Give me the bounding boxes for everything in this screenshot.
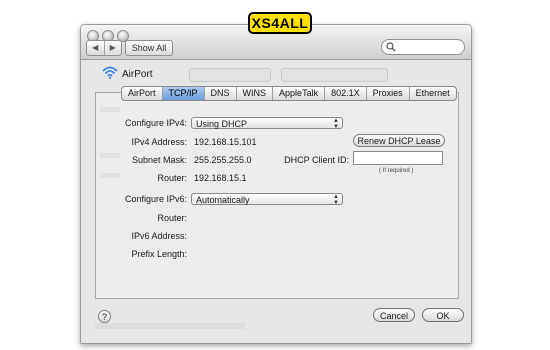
subnet-mask-value: 255.255.255.0 — [194, 155, 252, 165]
ok-button[interactable]: OK — [422, 308, 464, 322]
tab-ethernet[interactable]: Ethernet — [408, 87, 456, 100]
magnifier-icon — [386, 42, 396, 52]
search-field[interactable] — [381, 39, 465, 55]
subnet-mask-label: Subnet Mask: — [131, 155, 187, 165]
tab-wins[interactable]: WINS — [235, 87, 273, 100]
background-location-menu — [189, 68, 271, 82]
network-preferences-window: ◀ ▶ Show All AirPort AirPort TCP/IP DNS … — [80, 24, 472, 344]
ipv4-router-label: Router: — [157, 173, 187, 183]
configure-ipv4-label: Configure IPv4: — [124, 118, 187, 128]
help-button[interactable]: ? — [98, 310, 111, 323]
back-arrow-icon[interactable]: ◀ — [87, 41, 104, 55]
configure-ipv4-popup[interactable]: Using DHCP ▲ ▼ — [191, 117, 343, 130]
renew-dhcp-lease-button[interactable]: Renew DHCP Lease — [353, 134, 445, 147]
configure-ipv6-popup[interactable]: Automatically ▲ ▼ — [191, 193, 343, 206]
ipv4-address-label: IPv4 Address: — [131, 137, 187, 147]
tab-dns[interactable]: DNS — [203, 87, 236, 100]
popup-arrows-icon: ▲ ▼ — [333, 194, 339, 206]
wifi-icon — [102, 66, 118, 79]
tab-proxies[interactable]: Proxies — [365, 87, 409, 100]
tab-airport[interactable]: AirPort — [122, 87, 162, 100]
tab-8021x[interactable]: 802.1X — [324, 87, 366, 100]
configure-ipv6-value: Automatically — [196, 195, 250, 205]
cancel-button[interactable]: Cancel — [373, 308, 415, 322]
xs4all-logo-badge: XS4ALL — [248, 12, 312, 34]
configure-ipv6-label: Configure IPv6: — [124, 194, 187, 204]
background-row — [100, 107, 120, 112]
history-nav: ◀ ▶ — [86, 40, 122, 56]
show-all-button[interactable]: Show All — [125, 40, 173, 56]
popup-arrows-icon: ▲ ▼ — [333, 118, 339, 130]
background-lock-row — [95, 323, 245, 329]
ipv6-address-label: IPv6 Address: — [131, 231, 187, 241]
ipv4-router-value: 192.168.15.1 — [194, 173, 247, 183]
dhcp-client-id-label: DHCP Client ID: — [284, 155, 349, 165]
dhcp-client-id-field[interactable] — [353, 151, 443, 165]
configure-ipv4-value: Using DHCP — [196, 119, 248, 129]
dhcp-client-id-hint: ( If required ) — [379, 168, 414, 174]
ipv6-router-label: Router: — [157, 213, 187, 223]
interface-name: AirPort — [122, 69, 153, 80]
forward-arrow-icon[interactable]: ▶ — [103, 41, 122, 55]
tab-appletalk[interactable]: AppleTalk — [272, 87, 324, 100]
tab-tcpip[interactable]: TCP/IP — [161, 87, 204, 100]
ipv4-address-value: 192.168.15.101 — [194, 137, 257, 147]
tab-bar: AirPort TCP/IP DNS WINS AppleTalk 802.1X… — [121, 86, 457, 101]
background-location-value — [281, 68, 388, 82]
prefix-length-label: Prefix Length: — [131, 249, 187, 259]
